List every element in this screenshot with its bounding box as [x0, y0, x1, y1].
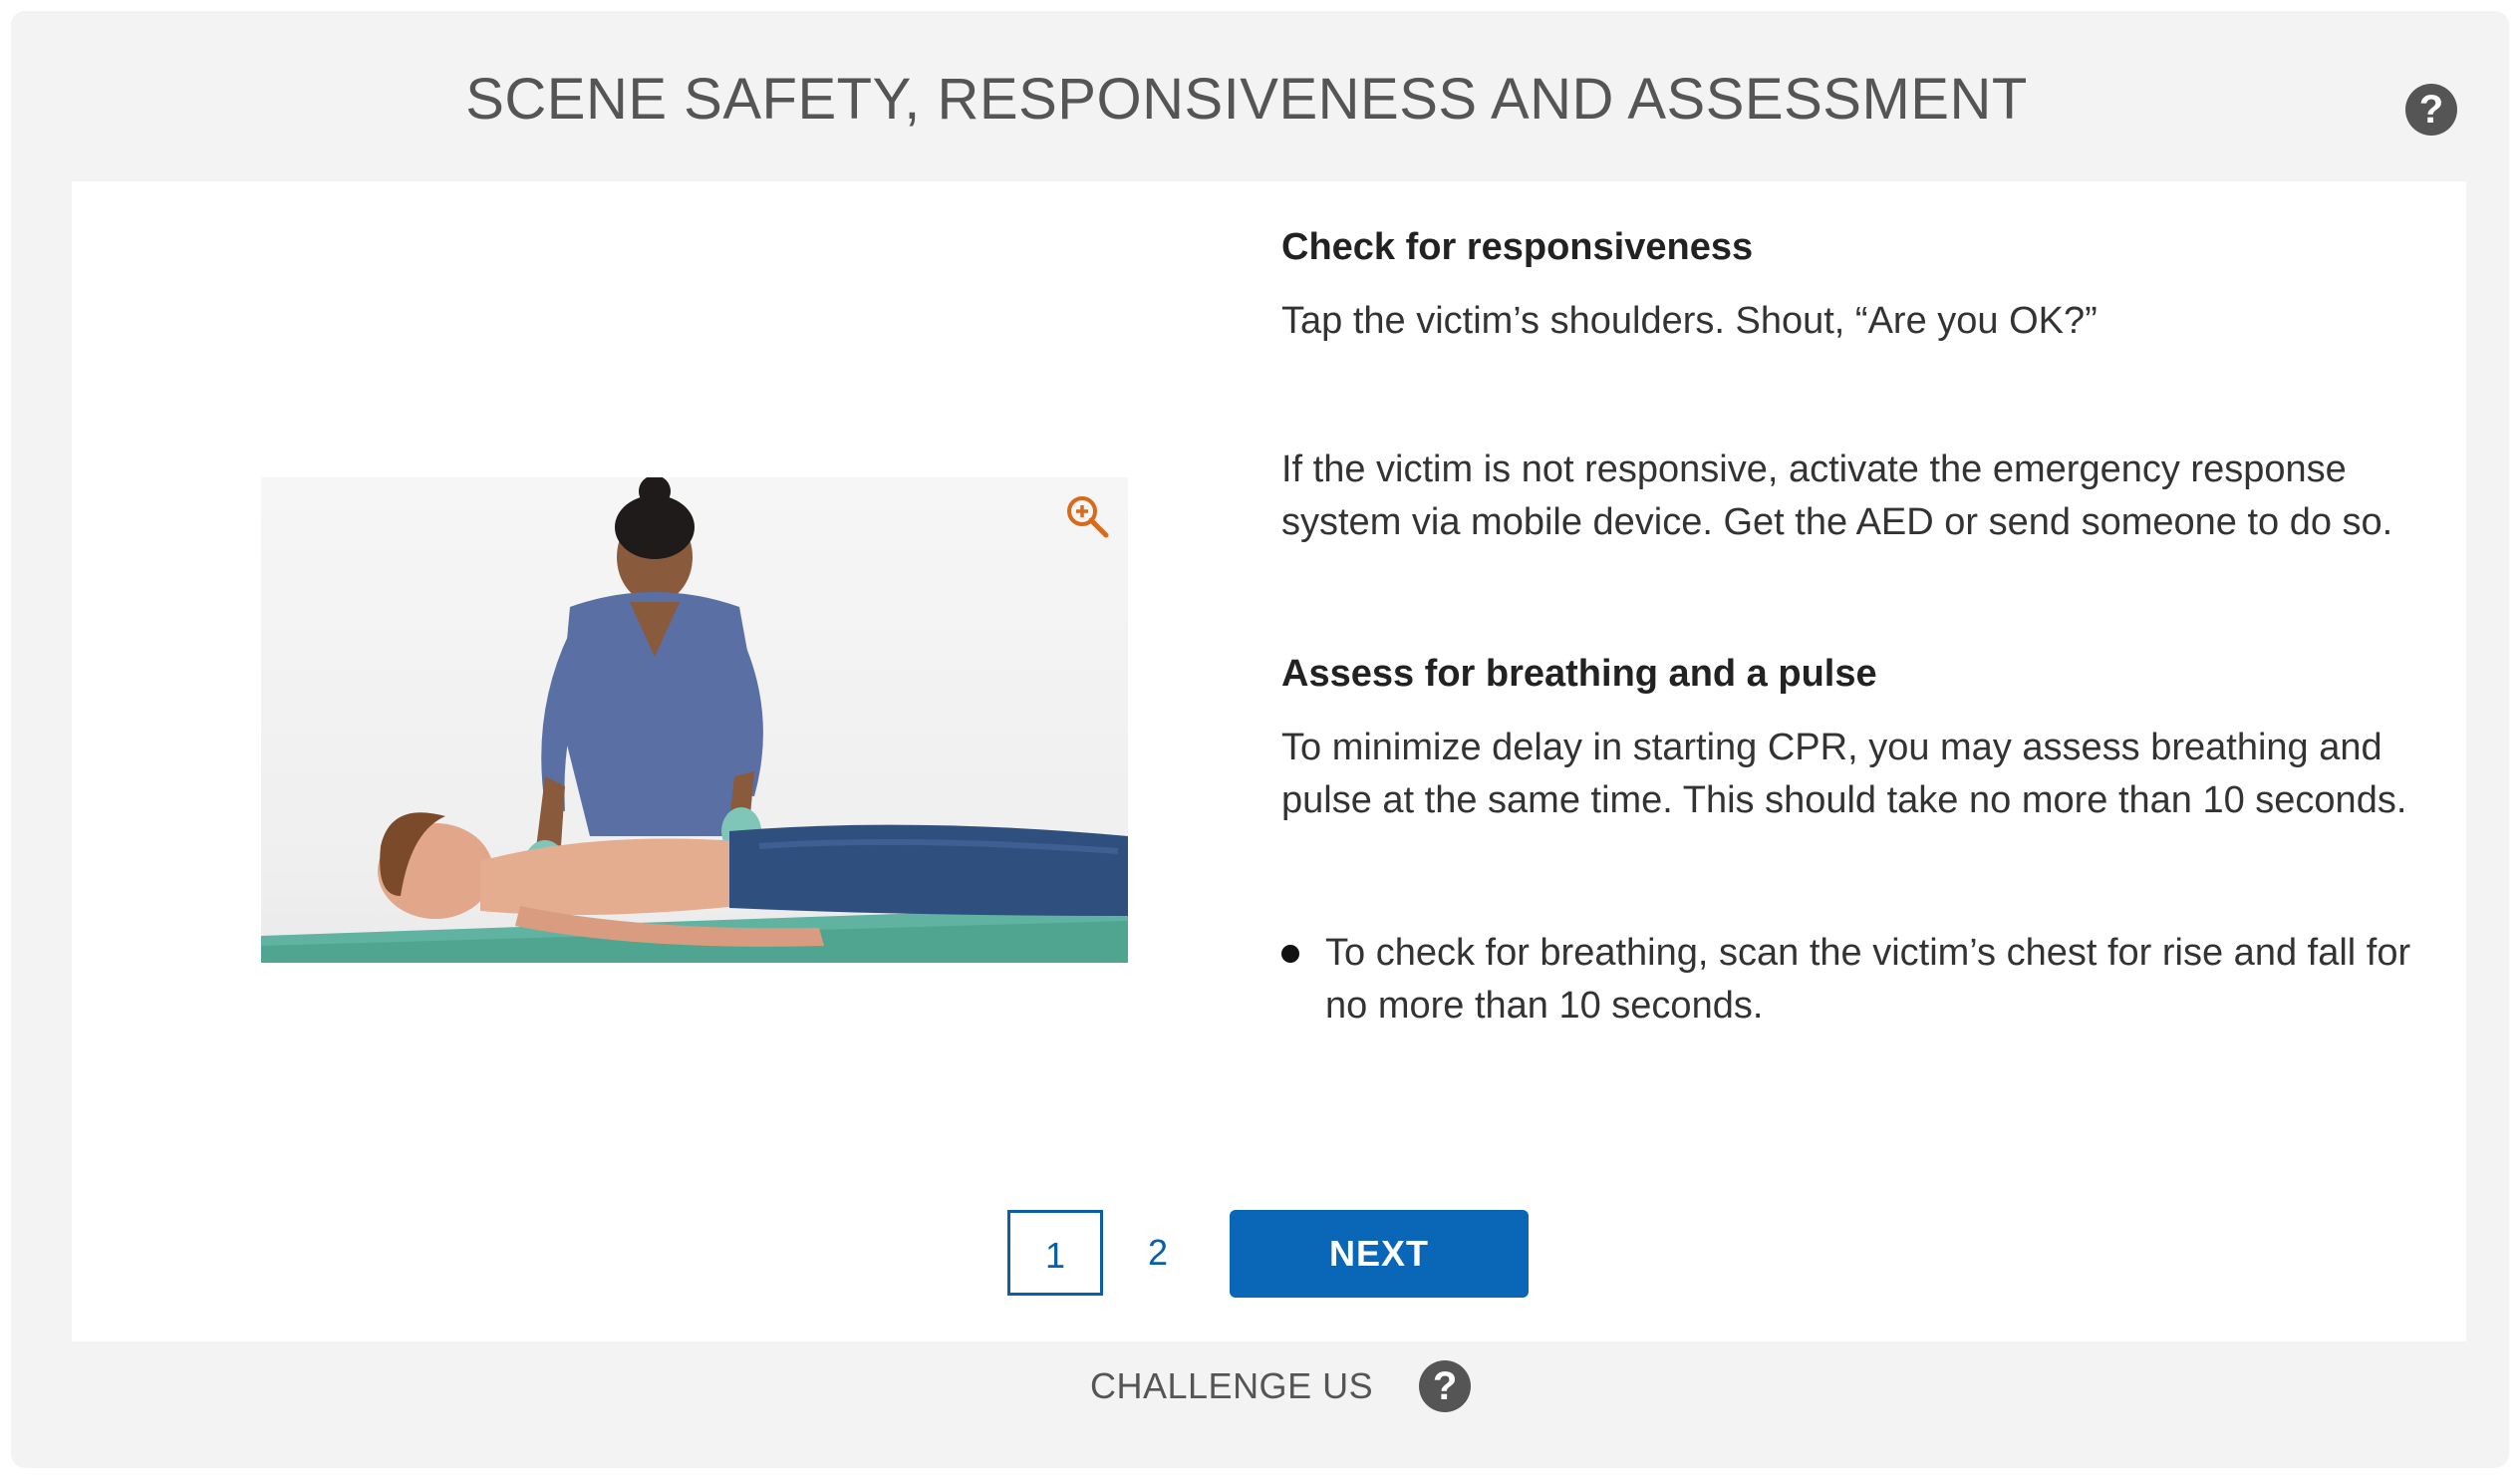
- instruction-text: Check for responsiveness Tap the victim’…: [1281, 226, 2427, 1033]
- responsiveness-step-2: If the victim is not responsive, activat…: [1281, 448, 2393, 543]
- page-title: SCENE SAFETY, RESPONSIVENESS AND ASSESSM…: [465, 67, 2028, 132]
- list-item: To check for breathing, scan the victim’…: [1281, 927, 2427, 1033]
- help-icon[interactable]: ?: [1419, 1360, 1472, 1412]
- page-2-button[interactable]: 2: [1110, 1210, 1206, 1296]
- help-icon[interactable]: ?: [2405, 84, 2457, 136]
- section-heading-breathing: Assess for breathing and a pulse: [1281, 653, 1877, 695]
- cpr-illustration: [261, 477, 1128, 963]
- module-frame: SCENE SAFETY, RESPONSIVENESS AND ASSESSM…: [11, 11, 2509, 1468]
- bullet-icon: [1281, 945, 1299, 963]
- responsiveness-step-1: Tap the victim’s shoulders. Shout, “Are …: [1281, 300, 2098, 342]
- challenge-us-label: CHALLENGE US: [1090, 1365, 1374, 1406]
- breathing-pulse-text: To minimize delay in starting CPR, you m…: [1281, 727, 2407, 821]
- breathing-check-bullet: To check for breathing, scan the victim’…: [1325, 932, 2411, 1027]
- section-heading-responsiveness: Check for responsiveness: [1281, 226, 1754, 268]
- page-1-button[interactable]: 1: [1007, 1210, 1103, 1296]
- zoom-in-icon[interactable]: [1064, 493, 1110, 539]
- content-panel: Check for responsiveness Tap the victim’…: [72, 181, 2466, 1341]
- rescuer-and-victim-illustration: [261, 477, 1128, 963]
- challenge-us-link[interactable]: CHALLENGE US ?: [1090, 1358, 1472, 1414]
- next-button[interactable]: NEXT: [1230, 1210, 1529, 1298]
